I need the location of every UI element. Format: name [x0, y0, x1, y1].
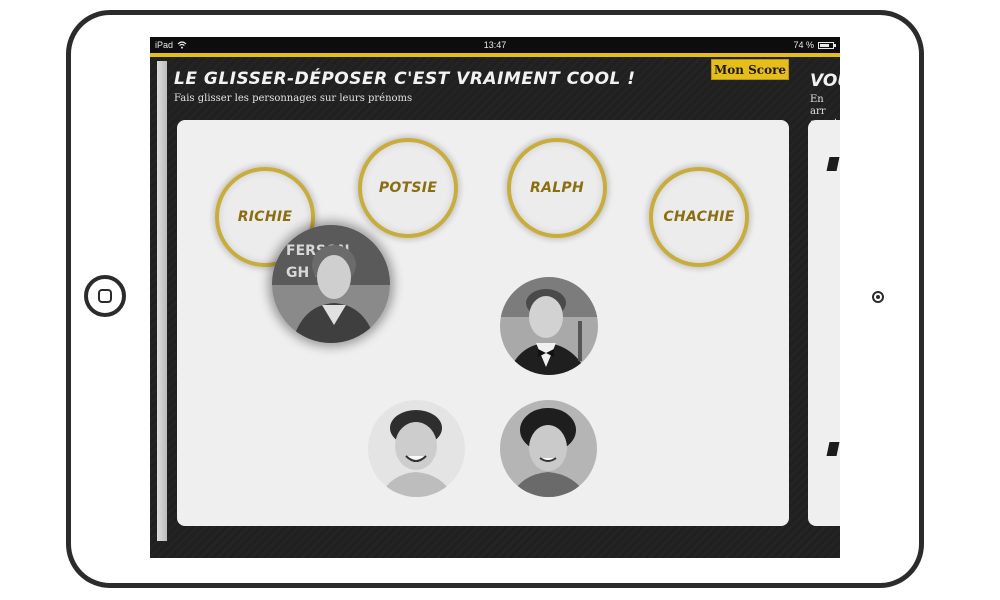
draggable-portrait-1[interactable]: FERSON GH SC [272, 225, 390, 343]
next-screen-title: VOU [810, 71, 840, 91]
target-label: POTSIE [378, 180, 438, 196]
home-square-icon [98, 289, 112, 303]
drop-target-potsie[interactable]: POTSIE [358, 138, 458, 238]
battery-icon [818, 41, 836, 49]
home-button[interactable] [84, 275, 126, 317]
camera-icon [872, 291, 884, 303]
paper-edge [157, 61, 167, 541]
battery-fill [820, 43, 829, 47]
drop-target-chachie[interactable]: CHACHIE [649, 167, 749, 267]
status-bar: iPad 13:47 74 % [150, 37, 840, 53]
battery-percent: 74 % [793, 40, 814, 50]
draggable-portrait-4[interactable] [500, 400, 597, 497]
clock: 13:47 [483, 40, 507, 50]
page-subtitle: Fais glisser les personnages sur leurs p… [174, 93, 413, 104]
draggable-portrait-3[interactable] [368, 400, 465, 497]
target-label: RICHIE [237, 209, 293, 225]
page-title: LE GLISSER-DÉPOSER C'EST VRAIMENT COOL ! [174, 69, 636, 89]
next-subtitle-line-1: En arr [810, 94, 826, 117]
target-label: RALPH [529, 180, 584, 196]
draggable-portrait-2[interactable] [500, 277, 598, 375]
score-button[interactable]: Mon Score [711, 59, 789, 80]
app-screen: iPad 13:47 74 % LE GLISSER-DÉPOSER C'EST… [150, 37, 840, 558]
drop-target-ralph[interactable]: RALPH [507, 138, 607, 238]
next-screen-panel [808, 120, 840, 526]
target-label: CHACHIE [663, 209, 735, 225]
